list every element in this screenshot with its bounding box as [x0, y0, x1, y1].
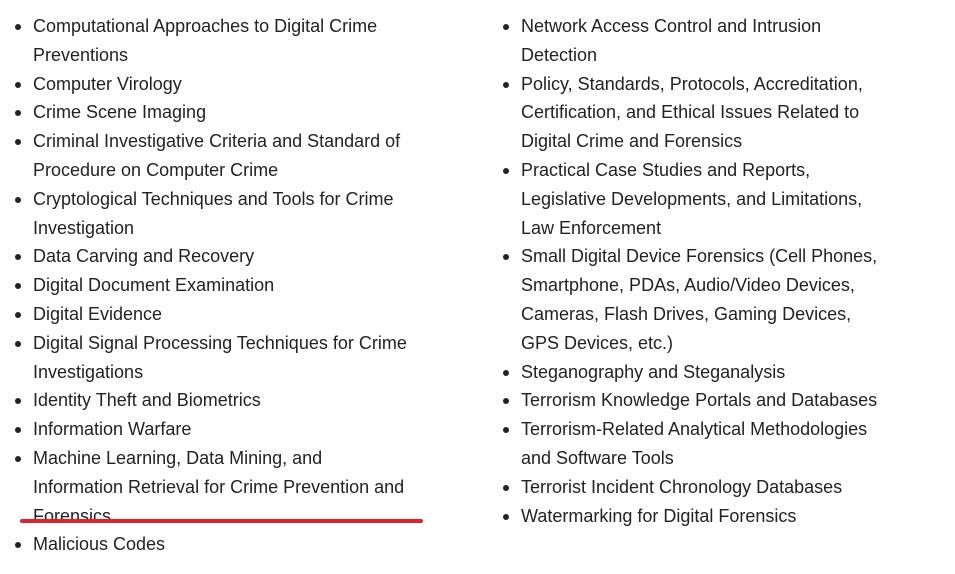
- list-item: Steganography and Steganalysis: [500, 358, 890, 387]
- bullet-icon: [503, 254, 509, 261]
- bullet-icon: [15, 542, 21, 549]
- list-item: Computer Virology: [12, 70, 412, 99]
- bullet-icon: [503, 24, 509, 30]
- list-item-text: Digital Evidence: [33, 303, 163, 324]
- bullet-icon: [503, 398, 509, 405]
- list-item-text: Digital Document Examination: [33, 275, 275, 296]
- bullet-icon: [15, 311, 21, 318]
- topics-list-left: Computational Approaches to Digital Crim…: [12, 12, 412, 559]
- list-item-text: Cryptological Techniques and Tools for C…: [33, 188, 394, 238]
- list-item-text: Terrorism Knowledge Portals and Database…: [521, 390, 878, 411]
- bullet-icon: [15, 340, 21, 347]
- bullet-icon: [15, 81, 21, 88]
- red-underline-annotation: [20, 519, 423, 523]
- list-item-text: Terrorism-Related Analytical Methodologi…: [521, 419, 868, 468]
- bullet-icon: [15, 254, 21, 261]
- list-item: Small Digital Device Forensics (Cell Pho…: [500, 242, 890, 357]
- list-item: Digital Evidence: [12, 300, 412, 329]
- list-item-text: Small Digital Device Forensics (Cell Pho…: [521, 246, 878, 353]
- topics-list-right: Network Access Control and Intrusion Det…: [500, 12, 890, 530]
- list-item-text: Malicious Codes: [33, 534, 166, 555]
- bullet-icon: [15, 427, 21, 434]
- list-item: Malicious Codes: [12, 530, 412, 559]
- list-item-text: Network Access Control and Intrusion Det…: [521, 16, 822, 65]
- list-item-text: Identity Theft and Biometrics: [33, 390, 261, 411]
- bullet-icon: [15, 24, 21, 30]
- bullet-icon: [15, 283, 21, 290]
- list-item-text: Computer Virology: [33, 73, 182, 94]
- bullet-icon: [503, 167, 509, 174]
- list-item: Criminal Investigative Criteria and Stan…: [12, 127, 412, 185]
- list-item: Computational Approaches to Digital Crim…: [12, 12, 412, 70]
- list-item: Information Warfare: [12, 415, 412, 444]
- list-item-text: Data Carving and Recovery: [33, 246, 255, 267]
- list-item-text: Terrorist Incident Chronology Databases: [521, 476, 843, 497]
- bullet-icon: [503, 427, 509, 434]
- list-item: Machine Learning, Data Mining, and Infor…: [12, 444, 412, 530]
- bullet-icon: [15, 196, 21, 203]
- list-item-text: Practical Case Studies and Reports, Legi…: [521, 159, 863, 238]
- list-item-text: Computational Approaches to Digital Crim…: [33, 16, 378, 65]
- list-item-text: Watermarking for Digital Forensics: [521, 505, 797, 526]
- list-item: Watermarking for Digital Forensics: [500, 502, 890, 531]
- bullet-icon: [15, 110, 21, 117]
- list-item: Network Access Control and Intrusion Det…: [500, 12, 890, 70]
- list-item-text: Machine Learning, Data Mining, and Infor…: [33, 447, 405, 526]
- list-item-text: Policy, Standards, Protocols, Accreditat…: [521, 73, 863, 152]
- list-item: Practical Case Studies and Reports, Legi…: [500, 156, 890, 242]
- list-item: Policy, Standards, Protocols, Accreditat…: [500, 70, 890, 156]
- list-item: Cryptological Techniques and Tools for C…: [12, 185, 412, 243]
- bullet-icon: [15, 398, 21, 405]
- bullet-icon: [15, 455, 21, 462]
- list-item: Terrorism Knowledge Portals and Database…: [500, 386, 890, 415]
- list-item: Terrorism-Related Analytical Methodologi…: [500, 415, 890, 473]
- list-item: Digital Document Examination: [12, 271, 412, 300]
- list-item-text: Information Warfare: [33, 419, 192, 440]
- list-item: Identity Theft and Biometrics: [12, 386, 412, 415]
- bullet-icon: [503, 81, 509, 88]
- list-item-text: Crime Scene Imaging: [33, 102, 207, 123]
- list-item-text: Criminal Investigative Criteria and Stan…: [33, 131, 401, 180]
- list-item: Terrorist Incident Chronology Databases: [500, 473, 890, 502]
- bullet-icon: [503, 484, 509, 491]
- list-item: Crime Scene Imaging: [12, 98, 412, 127]
- list-item-text: Digital Signal Processing Techniques for…: [33, 332, 407, 382]
- bullet-icon: [15, 139, 21, 146]
- list-item: Data Carving and Recovery: [12, 242, 412, 271]
- list-item-text: Steganography and Steganalysis: [521, 361, 786, 382]
- bullet-icon: [503, 513, 509, 520]
- list-item: Digital Signal Processing Techniques for…: [12, 329, 412, 387]
- bullet-icon: [503, 369, 509, 376]
